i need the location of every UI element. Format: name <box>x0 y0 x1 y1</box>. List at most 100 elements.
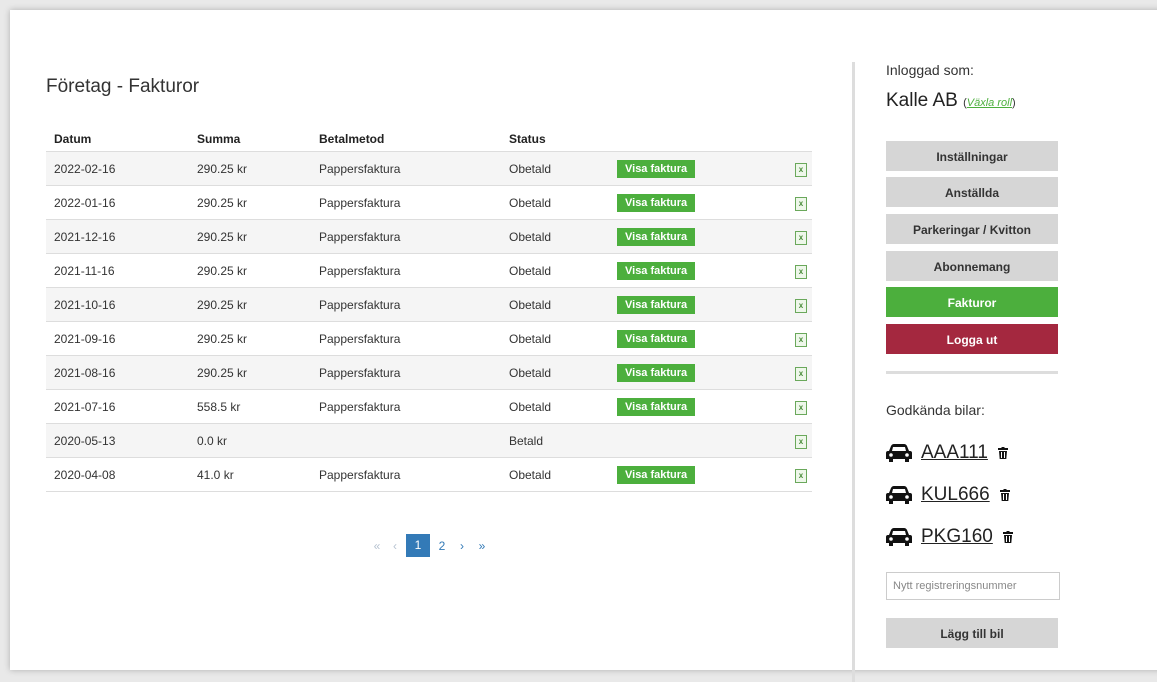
table-row: 2021-11-16 290.25 kr Pappersfaktura Obetald… <box>46 253 812 288</box>
pagination-page-1[interactable]: 1 <box>406 534 430 557</box>
table-row: 2021-08-16 290.25 kr Pappersfaktura Obetald… <box>46 355 812 390</box>
cell-datum: 2022-01-16 <box>46 185 189 220</box>
view-invoice-button[interactable]: Visa faktura <box>617 397 696 416</box>
table-row: 2020-04-08 41.0 kr Pappersfaktura Obetald Vi… <box>46 457 812 492</box>
cell-export: x <box>787 389 812 424</box>
cell-summa: 290.25 kr <box>189 219 311 254</box>
pagination-prev[interactable]: ‹ <box>386 539 404 553</box>
pagination-last[interactable]: » <box>472 539 492 553</box>
excel-file-icon[interactable]: x <box>795 162 807 177</box>
approved-cars-label: Godkända bilar: <box>886 402 985 418</box>
cell-actions: Visa faktura <box>609 457 787 492</box>
cell-status: Obetald <box>501 151 609 186</box>
cell-datum: 2020-04-08 <box>46 457 189 492</box>
excel-file-icon[interactable]: x <box>795 366 807 381</box>
registration-number-input[interactable] <box>886 572 1060 600</box>
excel-file-icon[interactable]: x <box>795 264 807 279</box>
cell-summa: 0.0 kr <box>189 423 311 458</box>
table-row: 2020-05-13 0.0 kr Betald x <box>46 423 812 458</box>
cell-betalmetod <box>311 423 501 458</box>
user-name-line: Kalle AB (Växla roll) <box>886 90 1016 112</box>
car-item: PKG160 <box>886 522 1013 552</box>
trash-icon[interactable] <box>999 489 1010 501</box>
switch-role-link[interactable]: Växla roll <box>967 97 1012 109</box>
cell-summa: 290.25 kr <box>189 321 311 356</box>
header-datum: Datum <box>46 126 189 152</box>
car-plate-link[interactable]: AAA111 <box>921 442 988 464</box>
cell-betalmetod: Pappersfaktura <box>311 287 501 322</box>
cell-datum: 2020-05-13 <box>46 423 189 458</box>
cell-summa: 558.5 kr <box>189 389 311 424</box>
cell-datum: 2021-08-16 <box>46 355 189 390</box>
cell-export: x <box>787 355 812 390</box>
pagination-next[interactable]: › <box>452 539 472 553</box>
cell-export: x <box>787 321 812 356</box>
logout-button[interactable]: Logga ut <box>886 324 1058 354</box>
cell-summa: 290.25 kr <box>189 253 311 288</box>
cell-status: Obetald <box>501 389 609 424</box>
car-item: KUL666 <box>886 480 1010 510</box>
view-invoice-button[interactable]: Visa faktura <box>617 193 696 212</box>
cell-status: Obetald <box>501 253 609 288</box>
menu-fakturor-button[interactable]: Fakturor <box>886 287 1058 317</box>
cell-betalmetod: Pappersfaktura <box>311 151 501 186</box>
cell-datum: 2021-07-16 <box>46 389 189 424</box>
cell-status: Obetald <box>501 185 609 220</box>
view-invoice-button[interactable]: Visa faktura <box>617 295 696 314</box>
cell-summa: 290.25 kr <box>189 355 311 390</box>
trash-icon[interactable] <box>1002 531 1013 543</box>
pagination: « ‹ 1 2 › » <box>368 534 492 557</box>
header-summa: Summa <box>189 126 311 152</box>
cell-summa: 41.0 kr <box>189 457 311 492</box>
view-invoice-button[interactable]: Visa faktura <box>617 363 696 382</box>
table-row: 2021-07-16 558.5 kr Pappersfaktura Obetald V… <box>46 389 812 424</box>
excel-file-icon[interactable]: x <box>795 468 807 483</box>
cell-summa: 290.25 kr <box>189 185 311 220</box>
pagination-page-2[interactable]: 2 <box>432 539 452 553</box>
excel-file-icon[interactable]: x <box>795 434 807 449</box>
cell-actions: Visa faktura <box>609 185 787 220</box>
cell-actions: Visa faktura <box>609 219 787 254</box>
add-car-button[interactable]: Lägg till bil <box>886 618 1058 648</box>
excel-file-icon[interactable]: x <box>795 230 807 245</box>
view-invoice-button[interactable]: Visa faktura <box>617 159 696 178</box>
car-plate-link[interactable]: PKG160 <box>921 526 993 548</box>
cell-datum: 2021-12-16 <box>46 219 189 254</box>
cell-betalmetod: Pappersfaktura <box>311 355 501 390</box>
menu-anstallda-button[interactable]: Anställda <box>886 177 1058 207</box>
car-plate-link[interactable]: KUL666 <box>921 484 990 506</box>
cell-datum: 2021-10-16 <box>46 287 189 322</box>
invoices-body: 2022-02-16 290.25 kr Pappersfaktura Obetald… <box>46 151 812 492</box>
trash-icon[interactable] <box>997 447 1008 459</box>
view-invoice-button[interactable]: Visa faktura <box>617 465 696 484</box>
cell-actions: Visa faktura <box>609 287 787 322</box>
view-invoice-button[interactable]: Visa faktura <box>617 329 696 348</box>
column-divider <box>852 62 855 682</box>
cell-datum: 2021-11-16 <box>46 253 189 288</box>
cell-status: Obetald <box>501 355 609 390</box>
menu-installningar-button[interactable]: Inställningar <box>886 141 1058 171</box>
excel-file-icon[interactable]: x <box>795 400 807 415</box>
switch-role-wrapper: (Växla roll) <box>963 97 1016 109</box>
cell-export: x <box>787 185 812 220</box>
header-status: Status <box>501 126 609 152</box>
view-invoice-button[interactable]: Visa faktura <box>617 261 696 280</box>
view-invoice-button[interactable]: Visa faktura <box>617 227 696 246</box>
menu-abonnemang-button[interactable]: Abonnemang <box>886 251 1058 281</box>
table-row: 2021-10-16 290.25 kr Pappersfaktura Obetald… <box>46 287 812 322</box>
cell-export: x <box>787 287 812 322</box>
cell-betalmetod: Pappersfaktura <box>311 389 501 424</box>
excel-file-icon[interactable]: x <box>795 196 807 211</box>
car-item: AAA111 <box>886 438 1008 468</box>
pagination-first[interactable]: « <box>368 539 386 553</box>
excel-file-icon[interactable]: x <box>795 332 807 347</box>
table-row: 2021-09-16 290.25 kr Pappersfaktura Obetald… <box>46 321 812 356</box>
excel-file-icon[interactable]: x <box>795 298 807 313</box>
cell-actions: Visa faktura <box>609 389 787 424</box>
cell-summa: 290.25 kr <box>189 151 311 186</box>
cell-actions: Visa faktura <box>609 151 787 186</box>
cell-actions: Visa faktura <box>609 355 787 390</box>
menu-parkeringar-button[interactable]: Parkeringar / Kvitton <box>886 214 1058 244</box>
cell-status: Obetald <box>501 219 609 254</box>
user-name: Kalle AB <box>886 90 958 111</box>
